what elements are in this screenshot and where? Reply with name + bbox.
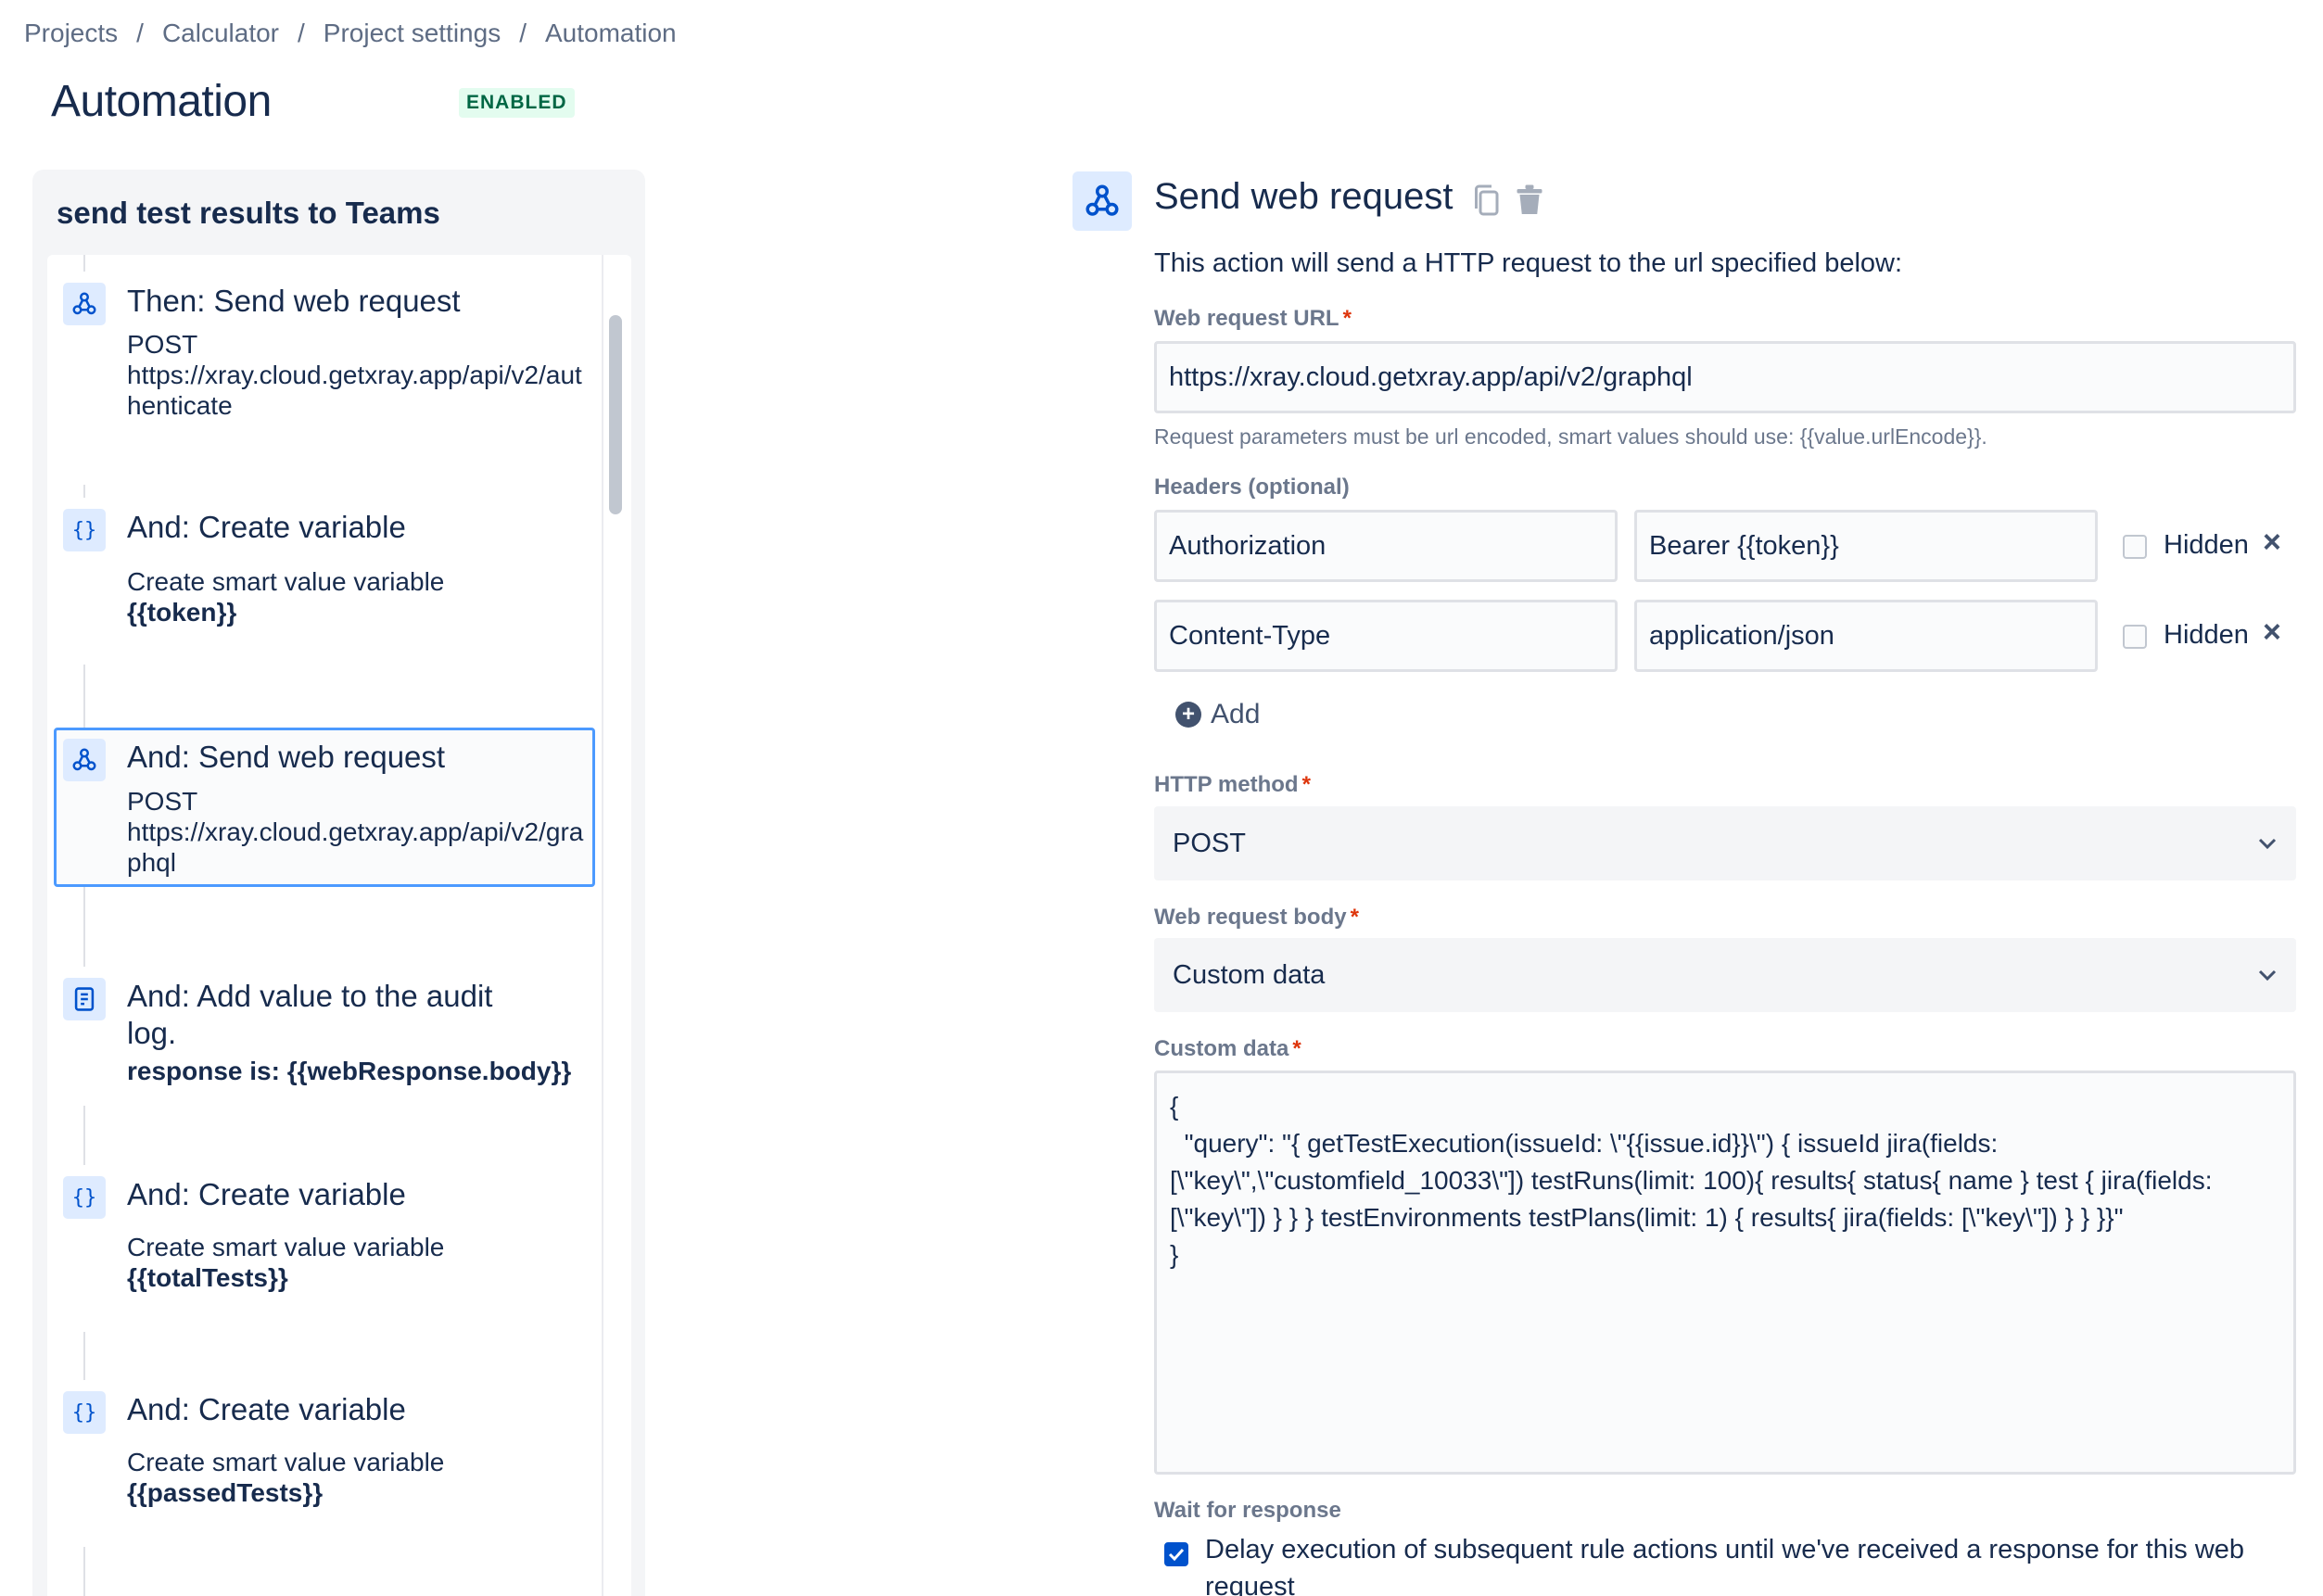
hidden-label: Hidden [2164, 620, 2249, 650]
component-url: https://xray.cloud.getxray.app/api/v2/au… [127, 361, 582, 420]
breadcrumb-project-settings[interactable]: Project settings [324, 19, 501, 48]
required-mark: * [1350, 905, 1359, 930]
required-mark: * [1342, 306, 1352, 331]
remove-header-icon[interactable]: × [2263, 614, 2281, 651]
breadcrumb-projects[interactable]: Projects [24, 19, 118, 48]
breadcrumb-calculator[interactable]: Calculator [162, 19, 279, 48]
component-description: Create smart value variable [127, 1233, 445, 1261]
hidden-checkbox[interactable] [2123, 625, 2147, 649]
breadcrumb-separator: / [519, 19, 527, 47]
status-badge: ENABLED [459, 88, 575, 118]
braces-icon: {} [63, 1176, 106, 1219]
custom-data-label-text: Custom data [1154, 1036, 1289, 1061]
rule-component-create-variable[interactable]: {} And: Create variable Create smart val… [54, 498, 595, 665]
chevron-down-icon [2258, 838, 2277, 850]
http-method-label: HTTP method * [1154, 772, 1311, 798]
header-name-input[interactable]: Authorization [1154, 510, 1618, 582]
required-mark: * [1292, 1036, 1301, 1061]
rule-component-create-variable[interactable]: {} And: Create variable Create smart val… [54, 1380, 595, 1547]
rule-component-list[interactable]: Then: Send web request POST https://xray… [47, 255, 631, 1596]
required-mark: * [1301, 772, 1311, 797]
braces-icon: {} [63, 509, 106, 551]
header-value-text: application/json [1649, 620, 1834, 651]
component-title: And: Send web request [127, 740, 446, 774]
component-method: POST [127, 330, 198, 359]
request-body-select[interactable]: Custom data [1154, 938, 2296, 1012]
component-log-value: response is: {{webResponse.body}} [127, 1057, 572, 1085]
component-description: Create smart value variable [127, 1448, 445, 1476]
url-label: Web request URL * [1154, 306, 1352, 332]
webhook-icon [63, 739, 106, 781]
webhook-icon [63, 283, 106, 325]
component-method: POST [127, 787, 198, 816]
component-title: And: Create variable [127, 1177, 406, 1211]
component-variable-name: {{passedTests}} [127, 1478, 324, 1507]
copy-icon[interactable] [1469, 182, 1503, 219]
breadcrumb-automation[interactable]: Automation [545, 19, 677, 48]
rule-component-send-web-request[interactable]: Then: Send web request POST https://xray… [54, 272, 595, 485]
header-value-input[interactable]: application/json [1634, 600, 2098, 672]
custom-data-textarea[interactable]: { "query": "{ getTestExecution(issueId: … [1154, 1070, 2296, 1475]
add-header-button[interactable]: + Add [1175, 699, 1260, 730]
action-description: This action will send a HTTP request to … [1154, 248, 1903, 278]
component-description: Create smart value variable [127, 567, 445, 596]
url-input[interactable]: https://xray.cloud.getxray.app/api/v2/gr… [1154, 341, 2296, 413]
add-circle-icon: + [1175, 702, 1201, 728]
request-body-value: Custom data [1173, 959, 1326, 990]
add-header-label: Add [1211, 699, 1261, 729]
header-value-input[interactable]: Bearer {{token}} [1634, 510, 2098, 582]
checkmark-icon [1168, 1548, 1185, 1561]
rule-panel: send test results to Teams Then: Send we… [32, 170, 645, 1596]
wait-for-response-checkbox[interactable] [1164, 1542, 1188, 1566]
scrollbar-track [602, 255, 603, 1596]
wait-for-response-label: Wait for response [1154, 1498, 1341, 1523]
chevron-down-icon [2258, 969, 2277, 982]
body-label: Web request body * [1154, 905, 1359, 931]
action-title: Send web request [1154, 176, 1453, 217]
component-title: And: Add value to the audit log. [127, 979, 493, 1050]
hidden-checkbox[interactable] [2123, 535, 2147, 559]
webhook-icon [1073, 171, 1132, 231]
rule-component-create-variable[interactable]: {} And: Create variable Create smart val… [54, 1165, 595, 1332]
body-label-text: Web request body [1154, 905, 1347, 930]
remove-header-icon[interactable]: × [2263, 525, 2281, 561]
component-variable-name: {{totalTests}} [127, 1263, 288, 1292]
page-title: Automation [51, 77, 272, 126]
component-title: And: Create variable [127, 1392, 406, 1426]
component-url: https://xray.cloud.getxray.app/api/v2/gr… [127, 817, 584, 877]
http-method-label-text: HTTP method [1154, 772, 1299, 797]
audit-log-icon [63, 978, 106, 1020]
component-variable-name: {{token}} [127, 598, 237, 627]
breadcrumb: Projects / Calculator / Project settings… [24, 19, 677, 48]
component-title: Then: Send web request [127, 284, 461, 318]
breadcrumb-separator: / [298, 19, 305, 47]
header-name-input[interactable]: Content-Type [1154, 600, 1618, 672]
component-title: And: Create variable [127, 510, 406, 544]
rule-name: send test results to Teams [57, 196, 440, 230]
http-method-value: POST [1173, 828, 1246, 858]
header-name-value: Content-Type [1169, 620, 1331, 651]
url-label-text: Web request URL [1154, 306, 1339, 331]
http-method-select[interactable]: POST [1154, 806, 2296, 880]
custom-data-label: Custom data * [1154, 1036, 1301, 1062]
url-input-value: https://xray.cloud.getxray.app/api/v2/gr… [1169, 361, 1693, 392]
wait-for-response-text: Delay execution of subsequent rule actio… [1205, 1535, 2245, 1596]
breadcrumb-separator: / [136, 19, 144, 47]
header-name-value: Authorization [1169, 530, 1327, 561]
trash-icon[interactable] [1513, 182, 1546, 219]
hidden-label: Hidden [2164, 530, 2249, 560]
headers-label: Headers (optional) [1154, 475, 1350, 500]
rule-component-send-web-request-selected[interactable]: And: Send web request POST https://xray.… [54, 728, 595, 887]
rule-component-audit-log[interactable]: And: Add value to the audit log. respons… [54, 967, 595, 1106]
url-helper-text: Request parameters must be url encoded, … [1154, 424, 1987, 449]
header-value-text: Bearer {{token}} [1649, 530, 1839, 561]
braces-icon: {} [63, 1391, 106, 1434]
scrollbar-thumb[interactable] [609, 315, 622, 514]
